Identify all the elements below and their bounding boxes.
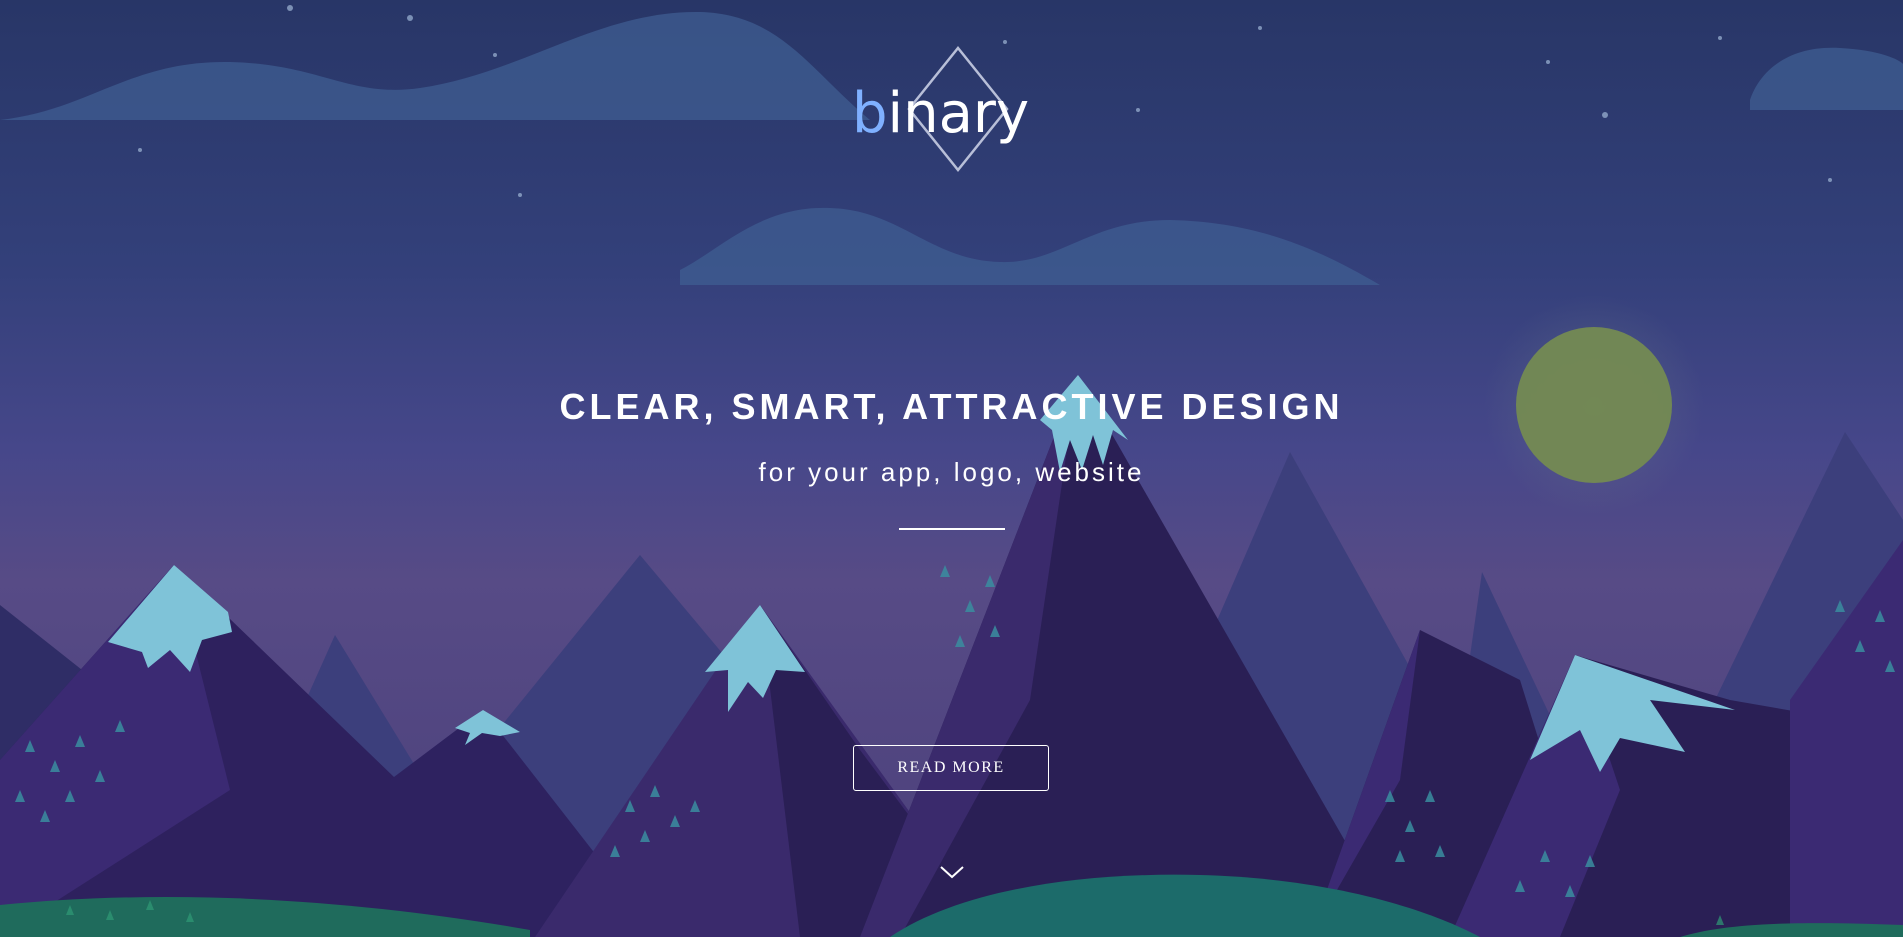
hero-subline: for your app, logo, website [758,457,1145,487]
binary-logo[interactable]: binary [846,46,1066,180]
logo-rest: inary [887,81,1030,146]
read-more-button[interactable]: READ MORE [853,745,1049,791]
logo-wordmark: binary [852,86,1029,142]
logo-prefix: b [852,81,888,146]
hero-section: binary CLEAR, SMART, ATTRACTIVE DESIGN f… [0,0,1903,937]
hero-headline: CLEAR, SMART, ATTRACTIVE DESIGN [559,386,1344,427]
hero-divider [899,528,1005,530]
chevron-down-icon[interactable] [939,864,965,880]
